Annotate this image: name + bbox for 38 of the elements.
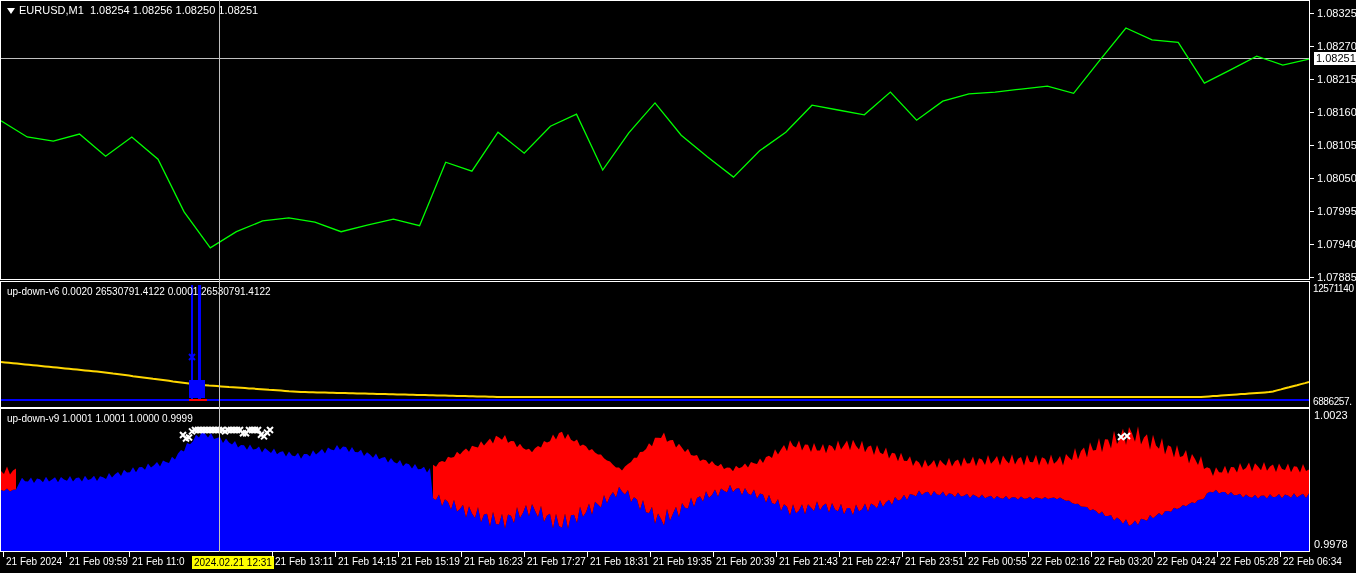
time-axis-label: 21 Feb 11:0 (132, 555, 185, 569)
price-axis-label: 1.08325 (1317, 7, 1356, 21)
price-axis-label: 1.07885 (1317, 270, 1356, 284)
time-axis-label: 21 Feb 13:11 (275, 555, 334, 569)
time-axis-label: 21 Feb 16:23 (464, 555, 523, 569)
time-axis-label: 21 Feb 23:51 (905, 555, 964, 569)
time-axis-label: 22 Feb 00:55 (968, 555, 1027, 569)
time-axis-label: 21 Feb 18:31 (590, 555, 649, 569)
time-axis-label: 21 Feb 19:35 (653, 555, 712, 569)
time-axis-label: 22 Feb 03:20 (1094, 555, 1153, 569)
time-axis-label: 21 Feb 21:43 (779, 555, 838, 569)
time-axis-label: 21 Feb 17:27 (527, 555, 586, 569)
time-axis-label: 21 Feb 22:47 (842, 555, 901, 569)
price-axis-label: 1.07995 (1317, 204, 1356, 218)
axis-label: 12571140 (1313, 282, 1355, 295)
time-axis-label: 21 Feb 15:19 (401, 555, 460, 569)
time-axis-label: 22 Feb 02:16 (1031, 555, 1090, 569)
axis-label: 6886257. (1313, 395, 1353, 408)
current-price-label: 1.08251 (1314, 51, 1356, 65)
dropdown-triangle-icon[interactable] (7, 7, 15, 14)
axis-label: 1.0023 (1314, 409, 1349, 422)
indicator-title: up-down-v9 1.0001 1.0001 1.0000 0.9999 (7, 412, 193, 425)
time-axis-label: 21 Feb 09:59 (69, 555, 128, 569)
price-axis-label: 1.08160 (1317, 106, 1356, 120)
time-axis-label: 21 Feb 14:15 (338, 555, 397, 569)
time-axis-label: 21 Feb 20:39 (716, 555, 775, 569)
time-axis-label: 22 Feb 05:28 (1220, 555, 1279, 569)
symbol-header: EURUSD,M1 1.08254 1.08256 1.08250 1.08251 (19, 4, 259, 17)
axis-label: 0.9978 (1314, 538, 1349, 551)
price-axis-label: 1.08105 (1317, 139, 1356, 152)
crosshair-time-label: 2024.02.21 12:31 (192, 556, 274, 569)
time-axis-label: 21 Feb 2024 (6, 555, 63, 569)
time-axis-label: 22 Feb 04:24 (1157, 555, 1216, 569)
price-axis-label: 1.07940 (1317, 237, 1356, 251)
price-axis-label: 1.08050 (1317, 171, 1356, 185)
price-axis-label: 1.08270 (1317, 40, 1356, 54)
price-axis-label: 1.08215 (1317, 73, 1356, 87)
time-axis-label: 22 Feb 06:34 (1283, 555, 1342, 569)
